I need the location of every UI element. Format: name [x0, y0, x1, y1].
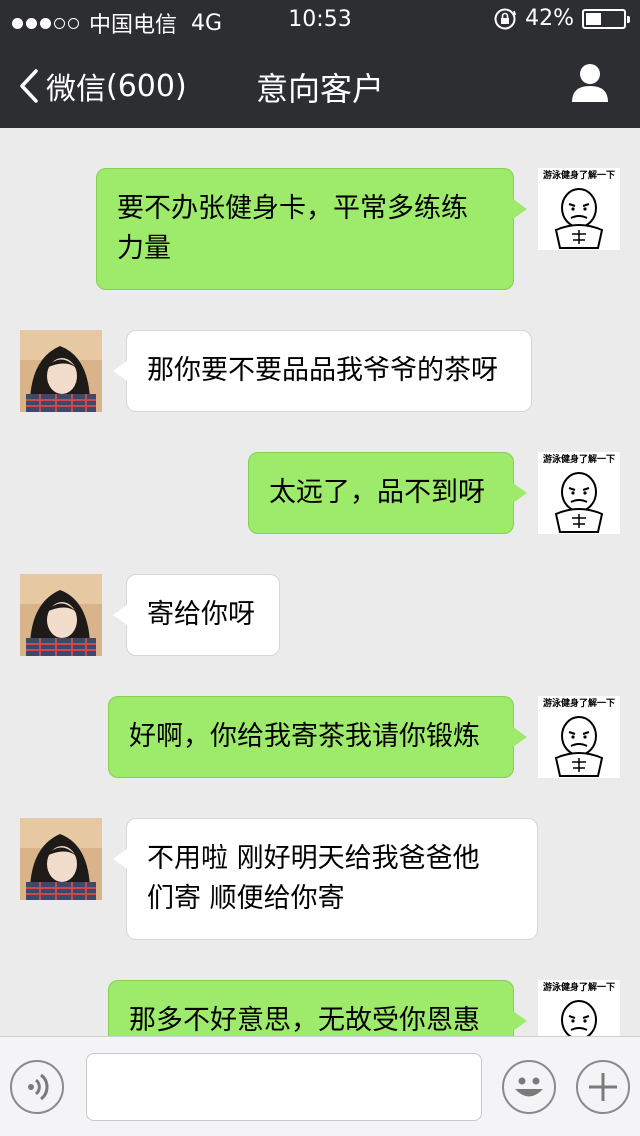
battery-icon: [582, 8, 630, 29]
message-bubble[interactable]: 那你要不要品品我爷爷的茶呀: [113, 330, 532, 412]
unread-count: (600): [106, 68, 187, 104]
message-input[interactable]: [86, 1053, 482, 1121]
contact-avatar[interactable]: [20, 574, 102, 656]
status-right: 42%: [493, 6, 630, 31]
rotation-lock-icon: [494, 8, 517, 29]
message-bubble[interactable]: 那多不好意思，无故受你恩惠: [108, 980, 527, 1036]
message-text-line: 太远了，品不到呀: [269, 477, 485, 508]
contact-profile-button[interactable]: [570, 62, 610, 106]
voice-button[interactable]: [10, 1060, 64, 1114]
message-text-line: 好啊，你给我寄茶我请你锻炼: [129, 721, 480, 752]
back-label: 微信: [46, 72, 106, 107]
avatar-caption: 游泳健身了解一下: [542, 699, 615, 709]
battery-percent: 42%: [525, 6, 574, 31]
battery-fill: [586, 12, 602, 25]
message-text-line: 那你要不要品品我爷爷的茶呀: [147, 355, 498, 386]
message-text-line: 不用啦 刚好明天给我爸爸他: [147, 843, 480, 874]
emoji-button[interactable]: [502, 1060, 556, 1114]
message-text-line: 那多不好意思，无故受你恩惠: [129, 1005, 480, 1036]
voice-icon: [28, 1073, 49, 1101]
chevron-left-icon: [20, 69, 38, 103]
more-button[interactable]: [576, 1060, 630, 1114]
avatar-caption: 游泳健身了解一下: [542, 983, 615, 993]
plus-icon: [589, 1073, 617, 1101]
message-list[interactable]: 游泳健身了解一下 要不办张健身卡，平常多练练 力量 那你要不要品品我爷爷的茶呀 游泳…: [0, 128, 640, 1036]
my-avatar[interactable]: 游泳健身了解一下: [538, 696, 620, 778]
message-bubble[interactable]: 不用啦 刚好明天给我爸爸他 们寄 顺便给你寄: [113, 818, 538, 940]
avatar-caption: 游泳健身了解一下: [542, 171, 615, 181]
back-button[interactable]: 微信 (600): [18, 64, 187, 108]
smiley-icon: [515, 1077, 543, 1097]
contact-avatar[interactable]: [20, 818, 102, 900]
input-bar: [0, 1036, 640, 1136]
message-text-line: 力量: [117, 233, 171, 264]
message-text-line: 们寄 顺便给你寄: [147, 883, 345, 914]
status-bar: 中国电信 4G 10:53 42%: [0, 0, 640, 40]
message-bubble[interactable]: 太远了，品不到呀: [248, 452, 527, 534]
message-bubble[interactable]: 要不办张健身卡，平常多练练 力量: [96, 168, 527, 290]
message-bubble[interactable]: 好啊，你给我寄茶我请你锻炼: [108, 696, 527, 778]
my-avatar[interactable]: 游泳健身了解一下: [538, 980, 620, 1036]
message-text-line: 要不办张健身卡，平常多练练: [117, 193, 468, 224]
my-avatar[interactable]: 游泳健身了解一下: [538, 168, 620, 250]
nav-bar: 微信 (600) 意向客户: [0, 40, 640, 128]
message-text-line: 寄给你呀: [147, 599, 255, 630]
contact-avatar[interactable]: [20, 330, 102, 412]
my-avatar[interactable]: 游泳健身了解一下: [538, 452, 620, 534]
message-bubble[interactable]: 寄给你呀: [113, 574, 280, 656]
avatar-caption: 游泳健身了解一下: [542, 455, 615, 465]
person-icon: [572, 64, 608, 102]
